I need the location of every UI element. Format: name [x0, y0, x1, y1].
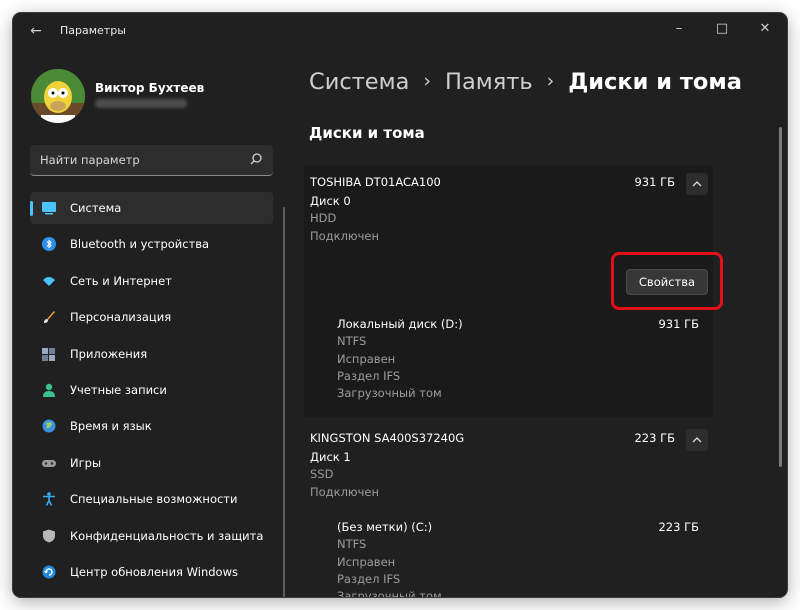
- volume-name: (Без метки) (C:): [337, 520, 433, 534]
- breadcrumb-storage[interactable]: Память: [445, 69, 533, 95]
- search-box[interactable]: Найти параметр: [30, 145, 273, 176]
- volume-health: Исправен: [337, 555, 396, 569]
- active-indicator: [30, 201, 33, 216]
- volume-boot: Загрузочный том: [337, 386, 442, 400]
- sidebar-item-label: Учетные записи: [70, 382, 167, 397]
- disk-status: Подключен: [310, 229, 379, 243]
- shield-icon: [43, 529, 55, 543]
- volume-filesystem: NTFS: [337, 537, 367, 551]
- sidebar-nav: Система Bluetooth и устройства Сеть и Ин…: [30, 192, 273, 592]
- sidebar-item-accessibility[interactable]: Специальные возможности: [30, 483, 273, 515]
- volume-health: Исправен: [337, 352, 396, 366]
- gamepad-icon: [42, 459, 56, 467]
- accessibility-icon: [43, 492, 55, 506]
- sidebar-item-gaming[interactable]: Игры: [30, 447, 273, 479]
- sidebar-item-system[interactable]: Система: [30, 192, 273, 224]
- update-icon: [42, 565, 56, 579]
- sidebar-item-privacy[interactable]: Конфиденциальность и защита: [30, 520, 273, 552]
- user-email-blurred: [95, 99, 187, 108]
- collapse-button[interactable]: [686, 173, 708, 195]
- sidebar-item-personalization[interactable]: Персонализация: [30, 301, 273, 333]
- volume-partition: Раздел IFS: [337, 572, 401, 586]
- bluetooth-icon: [42, 237, 56, 252]
- disk-type: SSD: [310, 467, 334, 481]
- close-button[interactable]: ✕: [745, 17, 785, 41]
- sidebar-item-label: Персонализация: [70, 310, 172, 325]
- sidebar-scrollbar[interactable]: [283, 207, 285, 597]
- breadcrumb-system[interactable]: Система: [309, 69, 409, 95]
- breadcrumb-chevron-icon: ›: [546, 70, 555, 92]
- sidebar-item-label: Игры: [70, 455, 102, 470]
- disk-model: KINGSTON SA400S37240G: [310, 431, 465, 445]
- collapse-button[interactable]: [686, 429, 708, 451]
- disk-size: 931 ГБ: [634, 175, 675, 189]
- title-bar: ← Параметры – □ ✕: [13, 13, 787, 47]
- apps-icon: [42, 347, 55, 361]
- section-title: Диски и тома: [309, 124, 425, 142]
- sidebar-item-label: Время и язык: [70, 419, 152, 434]
- avatar[interactable]: [31, 69, 85, 123]
- brush-icon: [44, 311, 55, 324]
- disk-label: Диск 0: [310, 194, 351, 208]
- breadcrumb: Система › Память › Диски и тома: [309, 69, 742, 95]
- sidebar-item-label: Сеть и Интернет: [70, 273, 172, 288]
- display-icon: [42, 202, 56, 215]
- wifi-icon: [43, 276, 55, 286]
- disk-size: 223 ГБ: [634, 431, 675, 445]
- app-title: Параметры: [60, 24, 126, 37]
- sidebar-item-apps[interactable]: Приложения: [30, 338, 273, 370]
- sidebar-item-label: Конфиденциальность и защита: [70, 528, 264, 543]
- volume-boot: Загрузочный том: [337, 589, 442, 597]
- disk-status: Подключен: [310, 485, 379, 499]
- sidebar-item-label: Приложения: [70, 346, 148, 361]
- settings-window: ← Параметры – □ ✕ Виктор Бухтеев Найти п…: [13, 13, 787, 597]
- sidebar-item-label: Специальные возможности: [70, 492, 238, 507]
- volume-size: 223 ГБ: [658, 520, 699, 534]
- disk-card: KINGSTON SA400S37240G 223 ГБ Диск 1 SSD …: [304, 421, 713, 597]
- disk-label: Диск 1: [310, 450, 351, 464]
- page-title: Диски и тома: [568, 69, 742, 95]
- main-scrollbar[interactable]: [779, 127, 782, 467]
- disk-card: TOSHIBA DT01ACA100 931 ГБ Диск 0 HDD Под…: [304, 165, 723, 417]
- sidebar-item-network[interactable]: Сеть и Интернет: [30, 265, 273, 297]
- search-icon[interactable]: [248, 151, 264, 167]
- disk-model: TOSHIBA DT01ACA100: [310, 175, 441, 189]
- maximize-button[interactable]: □: [702, 17, 742, 41]
- sidebar-item-label: Система: [70, 201, 122, 215]
- minimize-button[interactable]: –: [659, 17, 699, 41]
- sidebar-item-label: Bluetooth и устройства: [70, 237, 210, 252]
- disk-type: HDD: [310, 211, 337, 225]
- sidebar-item-time-language[interactable]: Время и язык: [30, 410, 273, 442]
- volume-partition: Раздел IFS: [337, 369, 401, 383]
- volume-size: 931 ГБ: [658, 317, 699, 331]
- chevron-up-icon: [692, 181, 702, 187]
- properties-button[interactable]: Свойства: [626, 269, 708, 295]
- breadcrumb-chevron-icon: ›: [423, 70, 432, 92]
- volume-filesystem: NTFS: [337, 334, 367, 348]
- chevron-up-icon: [692, 437, 702, 443]
- person-icon: [43, 383, 55, 397]
- back-arrow-icon[interactable]: ←: [23, 21, 49, 41]
- globe-icon: [42, 419, 56, 433]
- search-input[interactable]: Найти параметр: [40, 153, 140, 167]
- sidebar-item-accounts[interactable]: Учетные записи: [30, 374, 273, 406]
- user-name: Виктор Бухтеев: [95, 81, 205, 95]
- volume-name: Локальный диск (D:): [337, 317, 463, 331]
- sidebar-item-windows-update[interactable]: Центр обновления Windows: [30, 556, 273, 588]
- sidebar-item-label: Центр обновления Windows: [70, 564, 238, 579]
- sidebar-item-bluetooth[interactable]: Bluetooth и устройства: [30, 228, 273, 260]
